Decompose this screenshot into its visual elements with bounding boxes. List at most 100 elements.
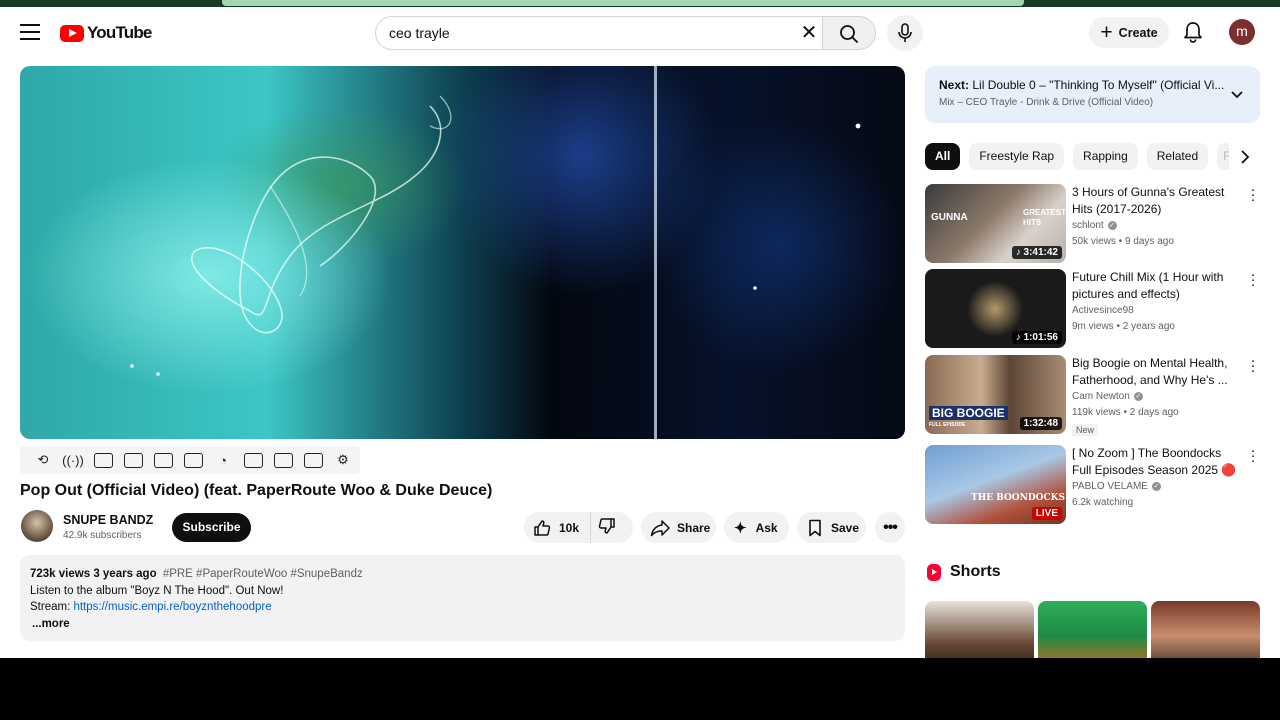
- chips-next-button[interactable]: [1229, 143, 1260, 170]
- video-thumbnail[interactable]: GUNNA GREATEST HITS ♪ 3:41:42: [925, 184, 1066, 263]
- dislike-button[interactable]: [591, 517, 616, 538]
- short-thumbnail[interactable]: [1038, 601, 1147, 658]
- shorts-heading: Shorts: [927, 563, 1001, 581]
- view-count: 723k views: [30, 568, 91, 580]
- create-label: Create: [1118, 25, 1158, 40]
- share-button[interactable]: Share: [641, 512, 716, 543]
- like-count: 10k: [559, 520, 580, 535]
- search-icon: [840, 25, 859, 44]
- recommendation-item[interactable]: ♪ 1:01:56 Future Chill Mix (1 Hour with …: [925, 267, 1260, 349]
- logo-text: YouTube: [87, 23, 152, 42]
- recommendation-item[interactable]: THE BOONDOCKS LIVE [ No Zoom ] The Boond…: [925, 443, 1260, 525]
- upload-age: 3 years ago: [93, 568, 157, 580]
- bookmark-icon: [809, 519, 821, 536]
- hamburger-icon[interactable]: [20, 24, 40, 40]
- more-vertical-icon[interactable]: · · ·: [1249, 353, 1257, 378]
- more-horizontal-icon: •••: [883, 518, 898, 536]
- settings-card-icon[interactable]: [88, 449, 118, 471]
- chip-related[interactable]: Related: [1146, 143, 1209, 170]
- keyboard-icon[interactable]: [298, 449, 328, 471]
- recommendation-item[interactable]: GUNNA GREATEST HITS ♪ 3:41:42 3 Hours of…: [925, 182, 1260, 264]
- more-vertical-icon[interactable]: · · ·: [1249, 267, 1257, 292]
- shorts-icon: [927, 563, 941, 581]
- chip-freestyle-rap[interactable]: Freestyle Rap: [969, 143, 1065, 170]
- verified-icon: ✓: [1107, 220, 1117, 230]
- theater-icon[interactable]: [178, 449, 208, 471]
- recommendation-channel[interactable]: schlont ✓: [1072, 220, 1117, 231]
- show-more-link[interactable]: ...more: [32, 616, 895, 633]
- video-thumbnail[interactable]: BIG BOOGIE FULL EPISODE 1:32:48: [925, 355, 1066, 434]
- recommendation-meta: 9m views • 2 years ago: [1072, 321, 1175, 332]
- hashtags[interactable]: #PRE #PaperRouteWoo #SnupeBandz: [163, 568, 363, 580]
- next-title: Lil Double 0 – "Thinking To Myself" (Off…: [972, 78, 1225, 92]
- loop-icon[interactable]: ⟲: [28, 449, 58, 471]
- recommendation-title[interactable]: Big Boogie on Mental Health, Fatherhood,…: [1072, 355, 1242, 389]
- search-box: [375, 16, 823, 50]
- more-vertical-icon[interactable]: · · ·: [1249, 443, 1257, 468]
- description-box[interactable]: 723k views 3 years ago #PRE #PaperRouteW…: [20, 555, 905, 641]
- video-thumbnail[interactable]: THE BOONDOCKS LIVE: [925, 445, 1066, 524]
- verified-icon: ✓: [1133, 391, 1143, 401]
- stream-label: Stream:: [30, 601, 71, 614]
- bell-icon[interactable]: [1182, 21, 1204, 43]
- duration-badge: ♪ 1:01:56: [1011, 331, 1062, 344]
- more-actions-button[interactable]: •••: [875, 512, 905, 543]
- masthead: YouTube ✕ + Create m: [0, 7, 1280, 59]
- ask-button[interactable]: ✦ Ask: [724, 512, 789, 543]
- youtube-watch-page: YouTube ✕ + Create m ⟲: [0, 0, 1280, 658]
- duration-badge: 1:32:48: [1019, 417, 1062, 430]
- next-up-card[interactable]: Next: Lil Double 0 – "Thinking To Myself…: [925, 66, 1260, 123]
- chip-all[interactable]: All: [925, 143, 961, 170]
- chevron-down-icon[interactable]: [1229, 86, 1245, 102]
- subscriber-count: 42.9k subscribers: [63, 530, 142, 541]
- like-dislike-group: 10k: [524, 512, 633, 543]
- recommendation-item[interactable]: BIG BOOGIE FULL EPISODE 1:32:48 Big Boog…: [925, 353, 1260, 436]
- chevron-right-icon: [1240, 149, 1249, 164]
- recommendation-title[interactable]: [ No Zoom ] The Boondocks Full Episodes …: [1072, 445, 1242, 479]
- save-button[interactable]: Save: [797, 512, 866, 543]
- voice-search-button[interactable]: [887, 15, 923, 51]
- search-input[interactable]: [389, 17, 789, 49]
- recommendation-meta: 50k views • 9 days ago: [1072, 236, 1174, 247]
- stream-link[interactable]: https://music.empi.re/boyznthehoodpre: [73, 601, 271, 613]
- youtube-play-icon: [60, 24, 84, 42]
- top-strip: [0, 0, 1280, 7]
- thumbs-up-icon: [534, 519, 551, 536]
- more-vertical-icon[interactable]: · · ·: [1249, 182, 1257, 207]
- search-button[interactable]: [822, 16, 876, 50]
- close-icon[interactable]: ✕: [796, 23, 822, 43]
- add-frame-icon[interactable]: [238, 449, 268, 471]
- chip-rapping[interactable]: Rapping: [1073, 143, 1138, 170]
- like-button[interactable]: 10k: [524, 512, 591, 543]
- channel-avatar[interactable]: [21, 510, 53, 542]
- video-title: Pop Out (Official Video) (feat. PaperRou…: [20, 482, 493, 499]
- avatar[interactable]: m: [1229, 19, 1255, 45]
- subscribe-button[interactable]: Subscribe: [172, 513, 251, 542]
- gear-icon[interactable]: ⚙: [328, 449, 358, 471]
- player-extension-toolbar: ⟲ ((·)) ◔ ⚙: [20, 446, 360, 474]
- broadcast-icon[interactable]: ((·)): [58, 449, 88, 471]
- miniplayer-icon[interactable]: [148, 449, 178, 471]
- description-line: Listen to the album "Boyz N The Hood". O…: [30, 584, 284, 597]
- video-player[interactable]: [20, 66, 905, 439]
- speed-icon[interactable]: ◔: [208, 449, 238, 471]
- youtube-logo[interactable]: YouTube: [60, 23, 152, 43]
- short-thumbnail[interactable]: [925, 601, 1034, 658]
- recommendation-channel[interactable]: Activesince98: [1072, 305, 1134, 316]
- create-button[interactable]: + Create: [1089, 17, 1169, 48]
- recommendation-title[interactable]: Future Chill Mix (1 Hour with pictures a…: [1072, 269, 1242, 303]
- verified-icon: ✓: [1151, 481, 1161, 491]
- thumbs-down-icon: [598, 518, 615, 534]
- video-frame-artwork: [130, 95, 861, 376]
- recommendation-title[interactable]: 3 Hours of Gunna's Greatest Hits (2017-2…: [1072, 184, 1242, 218]
- filter-chips: All Freestyle Rap Rapping Related F: [925, 143, 1260, 170]
- channel-name[interactable]: SNUPE BANDZ: [63, 513, 153, 527]
- camera-icon[interactable]: [268, 449, 298, 471]
- short-thumbnail[interactable]: [1151, 601, 1260, 658]
- recommendation-channel[interactable]: Cam Newton ✓: [1072, 391, 1143, 402]
- video-thumbnail[interactable]: ♪ 1:01:56: [925, 269, 1066, 348]
- clapper-icon[interactable]: [118, 449, 148, 471]
- plus-icon: +: [1100, 21, 1113, 44]
- recommendation-channel[interactable]: PABLO VELAME ✓: [1072, 481, 1161, 492]
- share-icon: [650, 519, 670, 536]
